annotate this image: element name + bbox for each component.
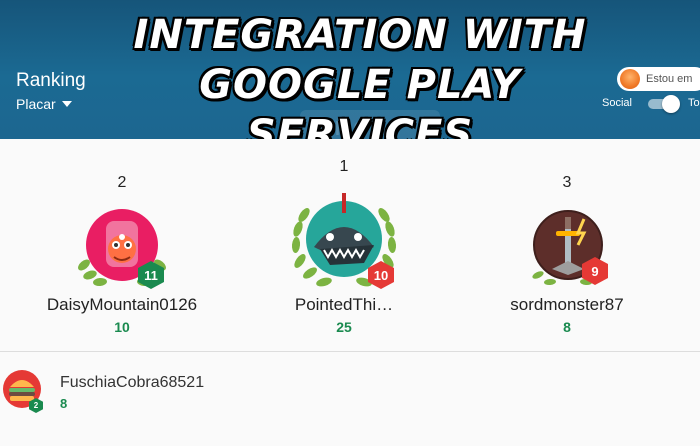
player-name: FuschiaCobra68521: [60, 374, 205, 391]
social-filter-label: Social: [602, 97, 632, 109]
podium-avatar-third[interactable]: 9: [528, 209, 608, 289]
status-pill[interactable]: Estou em: [617, 67, 700, 91]
podium-slot-first[interactable]: 1: [244, 158, 444, 176]
podium-avatar-first[interactable]: 10: [290, 189, 398, 293]
all-filter-label: To: [688, 97, 700, 109]
user-avatar-icon: [620, 69, 640, 89]
player-score: 8: [60, 396, 68, 411]
player-name: DaisyMountain0126: [46, 295, 198, 314]
app-header: SIMON Ranking Placar INTEGRATION WITH GO…: [0, 0, 700, 139]
promo-banner: INTEGRATION WITH GOOGLE PLAY SERVICES: [80, 10, 640, 139]
podium-slot-third[interactable]: 3: [467, 174, 667, 192]
player-name: sordmonster87: [510, 295, 624, 314]
banner-line-2: GOOGLE PLAY SERVICES: [199, 62, 521, 139]
status-text: Estou em: [646, 73, 693, 85]
player-score: 25: [336, 319, 352, 335]
rank-number: 3: [562, 174, 572, 191]
podium: 2 11 DaisyMountain0126 10 1 10 PointedTh…: [0, 139, 700, 351]
list-item[interactable]: 2 FuschiaCobra68521 8: [0, 352, 700, 446]
player-score: 8: [563, 319, 571, 335]
rank-number: 1: [339, 158, 349, 175]
podium-info-third: sordmonster87 8: [467, 295, 667, 335]
podium-info-first: PointedThi… 25: [244, 295, 444, 335]
leaderboard-select-label: Placar: [16, 96, 56, 112]
caret-down-icon: [61, 101, 72, 107]
player-name: PointedThi…: [294, 295, 394, 314]
podium-info-second: DaisyMountain0126 10: [22, 295, 222, 335]
leaderboard-select[interactable]: Placar: [16, 96, 72, 112]
rank-number: 2: [117, 174, 127, 191]
player-score: 10: [114, 319, 130, 335]
page-title: Ranking: [16, 70, 86, 91]
social-all-toggle[interactable]: [648, 95, 680, 113]
toggle-knob: [662, 95, 680, 113]
podium-slot-second[interactable]: 2: [22, 174, 222, 192]
podium-avatar-second[interactable]: 11: [76, 207, 168, 289]
banner-line-1: INTEGRATION WITH: [133, 12, 587, 58]
